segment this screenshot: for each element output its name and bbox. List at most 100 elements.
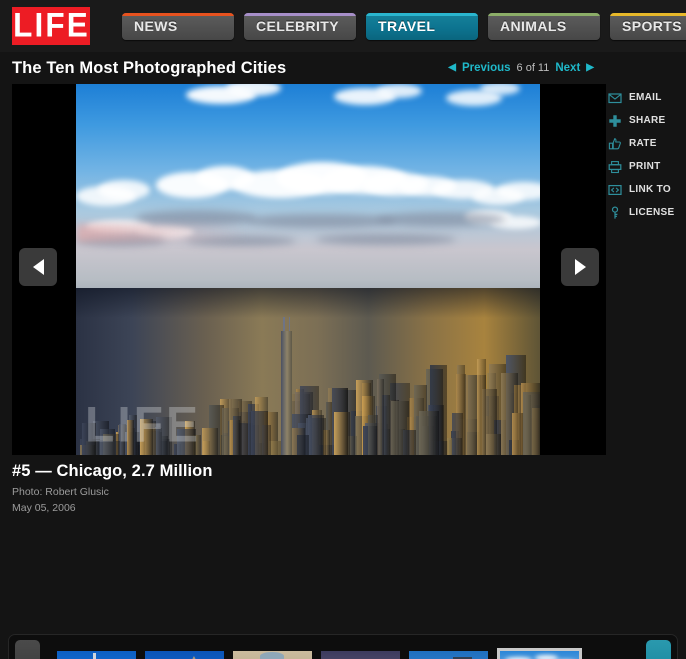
building xyxy=(477,359,487,455)
thumbnail-image xyxy=(409,650,488,659)
next-link[interactable]: Next xyxy=(555,62,580,74)
tab-accent-stripe xyxy=(122,12,234,16)
building xyxy=(140,419,153,455)
thumb-gothic-cathedral[interactable] xyxy=(145,650,224,659)
action-label: LICENSE xyxy=(629,207,675,218)
triangle-left-icon xyxy=(32,259,44,275)
action-print[interactable]: PRINT xyxy=(606,155,686,178)
thumb-chicago-aerial[interactable] xyxy=(497,647,582,659)
building xyxy=(233,416,241,455)
caption-title: #5 — Chicago, 2.7 Million xyxy=(12,462,213,480)
thumbs-up-icon xyxy=(608,137,622,151)
code-brackets-icon xyxy=(608,183,622,197)
nav-tab-travel[interactable]: TRAVEL xyxy=(366,12,478,40)
building xyxy=(368,415,378,455)
previous-link[interactable]: Previous xyxy=(462,62,511,74)
nav-tab-label: SPORTS xyxy=(622,18,682,34)
previous-photo-button[interactable] xyxy=(19,248,57,286)
horizon-haze xyxy=(76,224,246,242)
life-logo-text: LIFE xyxy=(12,6,90,45)
action-share[interactable]: SHARE xyxy=(606,109,686,132)
photo-sky xyxy=(76,84,540,315)
action-label: LINK TO xyxy=(629,184,671,195)
action-label: PRINT xyxy=(629,161,661,172)
gallery-body: LIFE #5 — Chicago, 2.7 Million Photo: Ro… xyxy=(0,84,686,659)
thumb-reichstag-lawn[interactable] xyxy=(233,650,312,659)
building xyxy=(486,434,501,455)
gallery-pager: ◀ Previous 6 of 11 Next ▶ xyxy=(448,62,594,74)
caption-date: May 05, 2006 xyxy=(12,502,76,514)
cloud-puff xyxy=(376,84,422,98)
nav-tab-label: NEWS xyxy=(134,18,178,34)
thumb-times-square[interactable] xyxy=(409,650,488,659)
building xyxy=(390,401,409,455)
building xyxy=(99,440,120,455)
cloud-puff xyxy=(98,180,150,200)
thumbnail-image xyxy=(233,650,312,659)
action-rail: EMAIL SHARE RATE PRINT LINK TO LICENSE xyxy=(606,84,686,224)
action-license[interactable]: LICENSE xyxy=(606,201,686,224)
thumbnail-strip xyxy=(8,634,678,659)
envelope-icon xyxy=(608,91,622,105)
thumb-toronto-cn-tower[interactable] xyxy=(57,650,136,659)
next-arrow-icon[interactable]: ▶ xyxy=(586,63,594,73)
tab-accent-stripe xyxy=(610,12,686,16)
nav-tab-label: ANIMALS xyxy=(500,18,567,34)
cloud-shadow xyxy=(316,234,456,245)
main-navigation: NEWS CELEBRITY TRAVEL ANIMALS SPORTS xyxy=(122,12,686,40)
thumbnail-image xyxy=(145,650,224,659)
action-label: SHARE xyxy=(629,115,666,126)
site-header: LIFE NEWS CELEBRITY TRAVEL ANIMALS SPORTS xyxy=(0,0,686,52)
action-rate[interactable]: RATE xyxy=(606,132,686,155)
previous-arrow-icon[interactable]: ◀ xyxy=(448,63,456,73)
action-email[interactable]: EMAIL xyxy=(606,86,686,109)
nav-tab-sports[interactable]: SPORTS xyxy=(610,12,686,40)
caption-credit: Photo: Robert Glusic xyxy=(12,486,109,498)
building xyxy=(82,423,96,455)
building xyxy=(156,416,173,455)
building xyxy=(202,428,218,455)
thumbnail-image xyxy=(500,650,579,659)
building xyxy=(296,435,309,455)
building xyxy=(126,420,134,455)
building xyxy=(377,379,384,455)
action-label: EMAIL xyxy=(629,92,662,103)
tab-accent-stripe xyxy=(488,12,600,16)
nav-tab-label: CELEBRITY xyxy=(256,18,339,34)
nav-tab-news[interactable]: NEWS xyxy=(122,12,234,40)
main-photograph: LIFE xyxy=(76,84,540,455)
building xyxy=(523,392,540,455)
printer-icon xyxy=(608,160,622,174)
strip-previous-button[interactable] xyxy=(15,640,40,659)
thumbnail-list xyxy=(48,634,642,659)
tab-accent-stripe xyxy=(366,12,478,16)
nav-tab-animals[interactable]: ANIMALS xyxy=(488,12,600,40)
action-link-to[interactable]: LINK TO xyxy=(606,178,686,201)
building xyxy=(512,412,524,455)
nav-tab-celebrity[interactable]: CELEBRITY xyxy=(244,12,356,40)
building xyxy=(333,412,351,455)
building xyxy=(419,410,439,455)
cloud-shadow xyxy=(246,214,396,228)
building xyxy=(250,410,269,455)
photo-caption: #5 — Chicago, 2.7 Million Photo: Robert … xyxy=(12,462,606,514)
plus-cross-icon xyxy=(608,114,622,128)
building xyxy=(176,429,196,455)
thumb-skyline-dusk[interactable] xyxy=(321,650,400,659)
cloud-shadow xyxy=(376,212,506,227)
nav-tab-label: TRAVEL xyxy=(378,18,436,34)
life-logo[interactable]: LIFE xyxy=(12,7,90,45)
photo-skyline xyxy=(76,288,540,455)
hancock-tower xyxy=(281,317,292,455)
thumbnail-image xyxy=(57,650,136,659)
triangle-right-icon xyxy=(574,259,586,275)
thumbnail-image xyxy=(321,650,400,659)
tab-accent-stripe xyxy=(244,12,356,16)
gallery-title-bar: The Ten Most Photographed Cities ◀ Previ… xyxy=(0,52,686,84)
photo-stage: LIFE xyxy=(12,84,606,455)
key-icon xyxy=(608,205,622,220)
strip-next-button[interactable] xyxy=(646,640,671,659)
action-label: RATE xyxy=(629,138,657,149)
building xyxy=(451,412,463,455)
next-photo-button[interactable] xyxy=(561,248,599,286)
